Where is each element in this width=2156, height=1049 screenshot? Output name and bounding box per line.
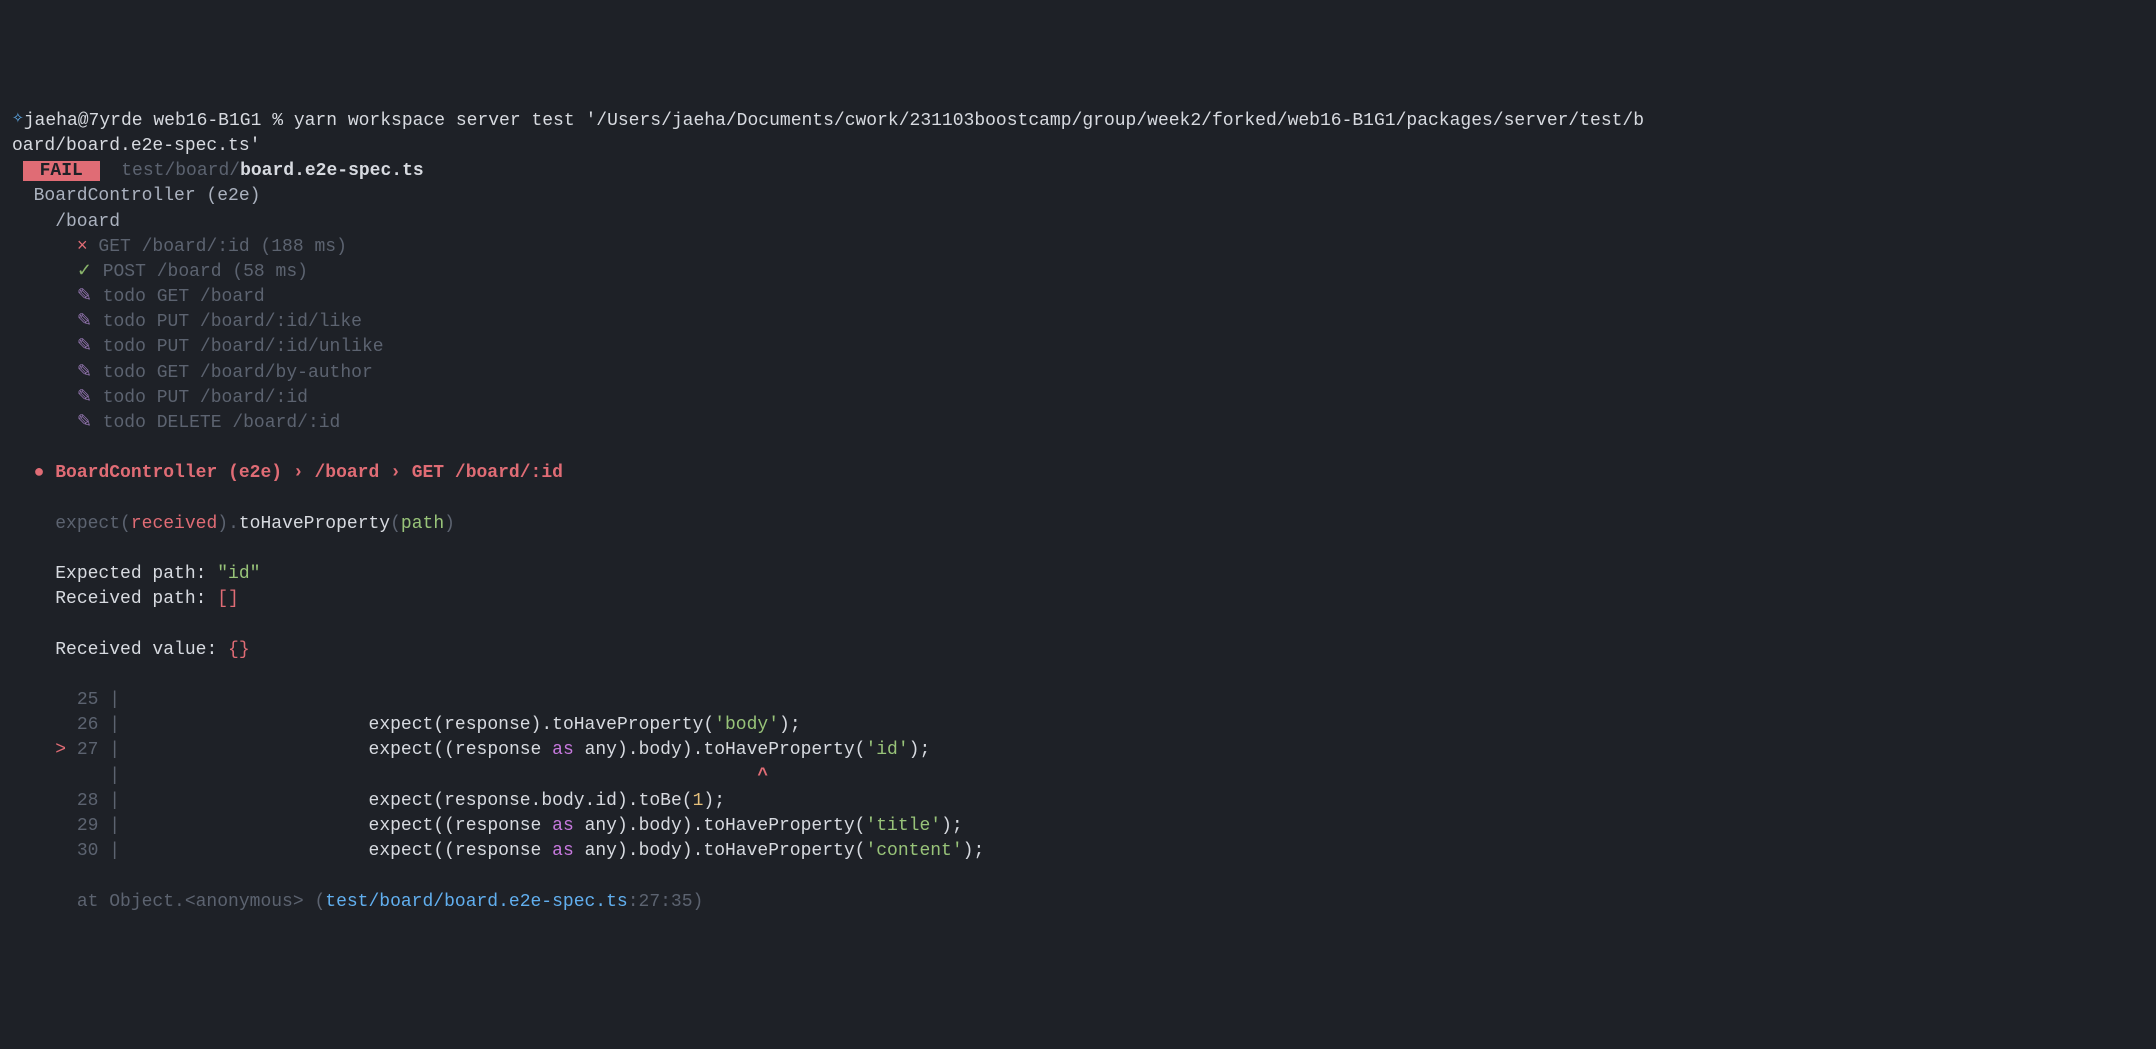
code-line: > 27 | expect((response as any).body).to… bbox=[12, 738, 2144, 763]
test-status-icon: ✓ bbox=[77, 262, 92, 282]
test-result-line: ✎ todo GET /board bbox=[12, 285, 2144, 310]
test-result-line: ✎ todo PUT /board/:id bbox=[12, 386, 2144, 411]
code-line: 28 | expect(response.body.id).toBe(1); bbox=[12, 789, 2144, 814]
prompt-icon: ✧ bbox=[12, 111, 24, 127]
test-status-icon: ✎ bbox=[77, 388, 92, 408]
test-status-icon: ✎ bbox=[77, 312, 92, 332]
code-line: 26 | expect(response).toHaveProperty('bo… bbox=[12, 713, 2144, 738]
code-line: 30 | expect((response as any).body).toHa… bbox=[12, 839, 2144, 864]
test-result-line: ✓ POST /board (58 ms) bbox=[12, 260, 2144, 285]
test-status-icon: ✎ bbox=[77, 287, 92, 307]
test-result-line: × GET /board/:id (188 ms) bbox=[12, 235, 2144, 260]
test-status-icon: ✎ bbox=[77, 337, 92, 357]
code-line: 25 | bbox=[12, 688, 2144, 713]
test-result-line: ✎ todo PUT /board/:id/unlike bbox=[12, 335, 2144, 360]
failure-breadcrumb: ● BoardController (e2e) › /board › GET /… bbox=[12, 461, 2144, 486]
test-result-line: ✎ todo GET /board/by-author bbox=[12, 361, 2144, 386]
code-line: | ^ bbox=[12, 764, 2144, 789]
fail-badge: FAIL bbox=[23, 161, 100, 181]
terminal-output: ✧jaeha@7yrde web16-B1G1 % yarn workspace… bbox=[12, 109, 2144, 915]
test-status-icon: × bbox=[77, 237, 88, 257]
test-result-line: ✎ todo PUT /board/:id/like bbox=[12, 310, 2144, 335]
stack-file-link[interactable]: test/board/board.e2e-spec.ts bbox=[325, 892, 627, 912]
bullet-icon: ● bbox=[34, 463, 45, 483]
code-line: 29 | expect((response as any).body).toHa… bbox=[12, 814, 2144, 839]
test-result-line: ✎ todo DELETE /board/:id bbox=[12, 411, 2144, 436]
test-status-icon: ✎ bbox=[77, 363, 92, 383]
test-status-icon: ✎ bbox=[77, 413, 92, 433]
